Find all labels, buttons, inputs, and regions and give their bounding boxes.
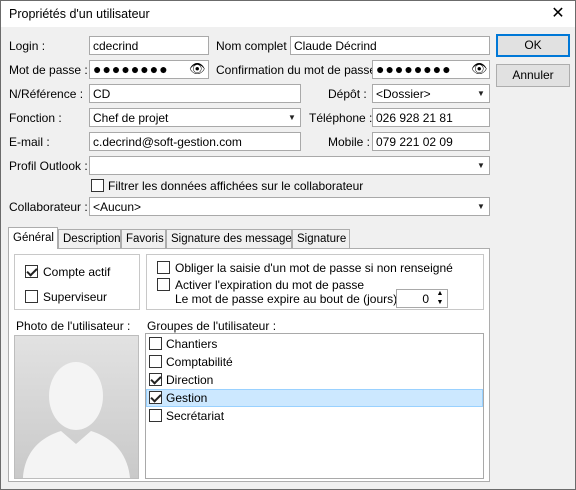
chevron-down-icon[interactable]: ▼ bbox=[473, 157, 489, 174]
obliger-checkbox[interactable] bbox=[157, 261, 170, 274]
ok-button[interactable]: OK bbox=[496, 34, 570, 57]
avatar-placeholder-icon bbox=[23, 362, 130, 478]
superviseur-checkbox[interactable] bbox=[25, 290, 38, 303]
groups-label: Groupes de l'utilisateur : bbox=[147, 319, 277, 333]
email-field[interactable]: c.decrind@soft-gestion.com bbox=[89, 132, 301, 151]
superviseur-label: Superviseur bbox=[43, 290, 108, 304]
mobile-label: Mobile : bbox=[328, 135, 371, 149]
obliger-label: Obliger la saisie d'un mot de passe si n… bbox=[175, 261, 453, 275]
group-label: Secrétariat bbox=[166, 409, 225, 423]
collaborateur-value: <Aucun> bbox=[93, 200, 142, 214]
fullname-field[interactable]: Claude Décrind bbox=[290, 36, 490, 55]
group-label: Comptabilité bbox=[166, 355, 233, 369]
fullname-label: Nom complet : bbox=[216, 39, 294, 53]
group-label: Direction bbox=[166, 373, 214, 387]
list-item[interactable]: Chantiers bbox=[146, 335, 483, 353]
photo-label: Photo de l'utilisateur : bbox=[16, 319, 131, 333]
group-checkbox[interactable] bbox=[149, 409, 162, 422]
tab-description[interactable]: Description bbox=[58, 229, 121, 248]
password-label: Mot de passe : bbox=[9, 63, 88, 77]
depot-select[interactable]: <Dossier> ▼ bbox=[372, 84, 490, 103]
group-checkbox[interactable] bbox=[149, 391, 162, 404]
cancel-button[interactable]: Annuler bbox=[496, 64, 570, 87]
tab-signature[interactable]: Signature bbox=[292, 229, 350, 248]
mobile-field[interactable]: 079 221 02 09 bbox=[372, 132, 490, 151]
expire-days-stepper[interactable]: 0 ▲ ▼ bbox=[396, 289, 448, 308]
filter-label: Filtrer les données affichées sur le col… bbox=[108, 179, 364, 193]
tab-general[interactable]: Général bbox=[8, 227, 58, 249]
title-bar: Propriétés d'un utilisateur ✕ bbox=[1, 1, 575, 27]
group-checkbox[interactable] bbox=[149, 355, 162, 368]
close-icon[interactable]: ✕ bbox=[541, 1, 575, 27]
activer-expiration-checkbox[interactable] bbox=[157, 278, 170, 291]
list-item[interactable]: Comptabilité bbox=[146, 353, 483, 371]
expire-days-value: 0 bbox=[422, 292, 429, 306]
fonction-label: Fonction : bbox=[9, 111, 62, 125]
user-photo[interactable] bbox=[14, 335, 139, 479]
chevron-up-icon[interactable]: ▲ bbox=[433, 290, 447, 298]
depot-value: <Dossier> bbox=[376, 87, 431, 101]
login-field[interactable]: cdecrind bbox=[89, 36, 209, 55]
filter-checkbox[interactable] bbox=[91, 179, 104, 192]
reference-label: N/Référence : bbox=[9, 87, 84, 101]
depot-label: Dépôt : bbox=[328, 87, 367, 101]
chevron-down-icon[interactable]: ▼ bbox=[473, 198, 489, 215]
groups-list: Chantiers Comptabilité Direction Gestion… bbox=[145, 333, 484, 479]
list-item[interactable]: Secrétariat bbox=[146, 407, 483, 425]
list-item[interactable]: Direction bbox=[146, 371, 483, 389]
fonction-value: Chef de projet bbox=[93, 111, 169, 125]
eye-icon[interactable]: 👁 bbox=[189, 61, 206, 77]
expire-days-label: Le mot de passe expire au bout de (jours… bbox=[175, 292, 404, 306]
login-label: Login : bbox=[9, 39, 46, 53]
group-label: Chantiers bbox=[166, 337, 218, 351]
telephone-field[interactable]: 026 928 21 81 bbox=[372, 108, 490, 127]
window-title: Propriétés d'un utilisateur bbox=[9, 7, 150, 21]
email-label: E-mail : bbox=[9, 135, 50, 149]
group-checkbox[interactable] bbox=[149, 373, 162, 386]
compte-actif-checkbox[interactable] bbox=[25, 265, 38, 278]
chevron-down-icon[interactable]: ▼ bbox=[473, 85, 489, 102]
activer-expiration-label: Activer l'expiration du mot de passe bbox=[175, 278, 365, 292]
tab-signature-messages[interactable]: Signature des messages bbox=[166, 229, 298, 248]
collaborateur-label: Collaborateur : bbox=[9, 200, 88, 214]
telephone-label: Téléphone : bbox=[309, 111, 373, 125]
tab-favoris[interactable]: Favoris bbox=[121, 229, 166, 248]
list-item-selected[interactable]: Gestion bbox=[146, 389, 483, 407]
collaborateur-select[interactable]: <Aucun> ▼ bbox=[89, 197, 490, 216]
outlook-select[interactable]: ▼ bbox=[89, 156, 490, 175]
chevron-down-icon[interactable]: ▼ bbox=[433, 299, 447, 307]
group-checkbox[interactable] bbox=[149, 337, 162, 350]
group-label: Gestion bbox=[166, 391, 208, 405]
user-properties-dialog: Propriétés d'un utilisateur ✕ Login : cd… bbox=[0, 0, 576, 490]
compte-actif-label: Compte actif bbox=[43, 265, 111, 279]
reference-field[interactable]: CD bbox=[89, 84, 301, 103]
outlook-label: Profil Outlook : bbox=[9, 159, 88, 173]
fonction-select[interactable]: Chef de projet ▼ bbox=[89, 108, 301, 127]
eye-icon[interactable]: 👁 bbox=[471, 61, 488, 77]
chevron-down-icon[interactable]: ▼ bbox=[284, 109, 300, 126]
confirm-password-label: Confirmation du mot de passe : bbox=[216, 63, 383, 77]
